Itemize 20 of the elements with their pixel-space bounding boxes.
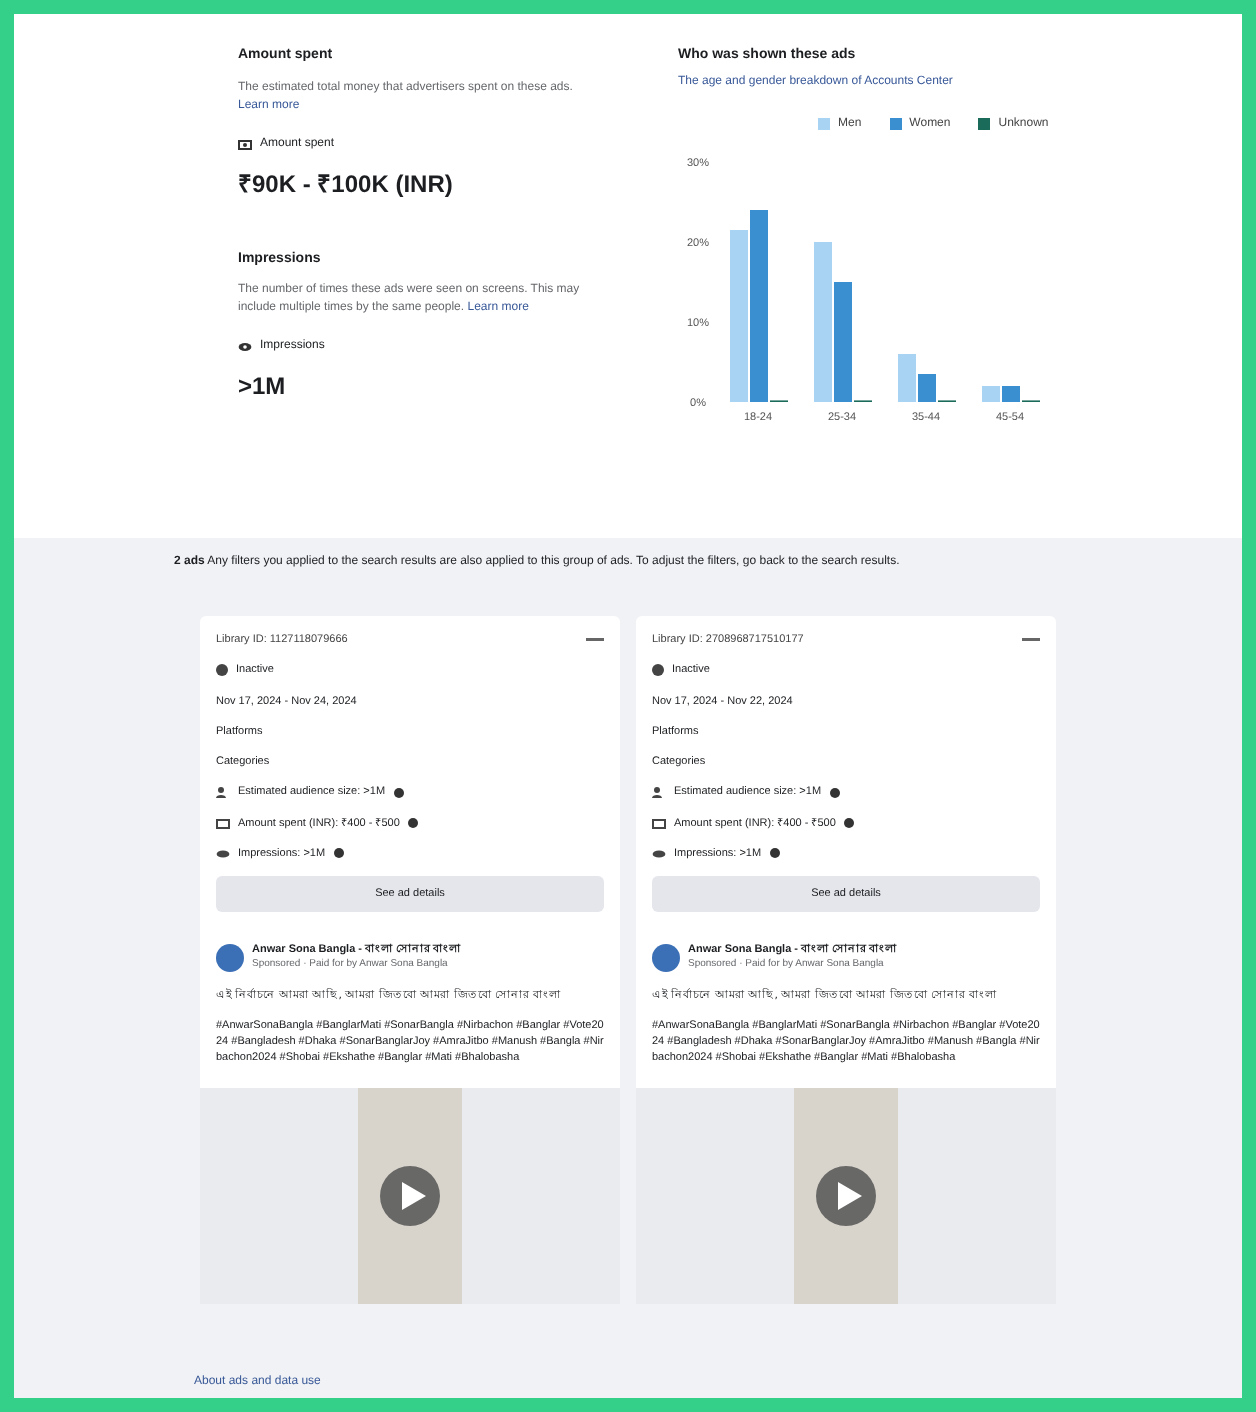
eye-icon <box>216 847 230 860</box>
money-icon <box>652 817 666 830</box>
video-thumbnail[interactable] <box>358 1088 462 1304</box>
money-icon <box>238 137 252 151</box>
more-icon[interactable] <box>586 638 604 643</box>
avatar <box>652 943 680 972</box>
play-icon[interactable] <box>816 1166 876 1226</box>
eye-icon <box>238 340 252 354</box>
more-icon[interactable] <box>1022 638 1040 643</box>
play-icon[interactable] <box>380 1166 440 1226</box>
status-icon <box>216 664 228 677</box>
metric-value: ₹90K - ₹100K (INR) <box>238 167 455 201</box>
video-thumbnail[interactable] <box>794 1088 898 1304</box>
status-icon <box>652 664 664 677</box>
metric-value: >1M <box>238 370 288 404</box>
eye-icon <box>652 847 666 860</box>
people-icon <box>216 786 230 799</box>
money-icon <box>216 817 230 830</box>
people-icon <box>652 786 666 799</box>
avatar <box>216 943 244 972</box>
